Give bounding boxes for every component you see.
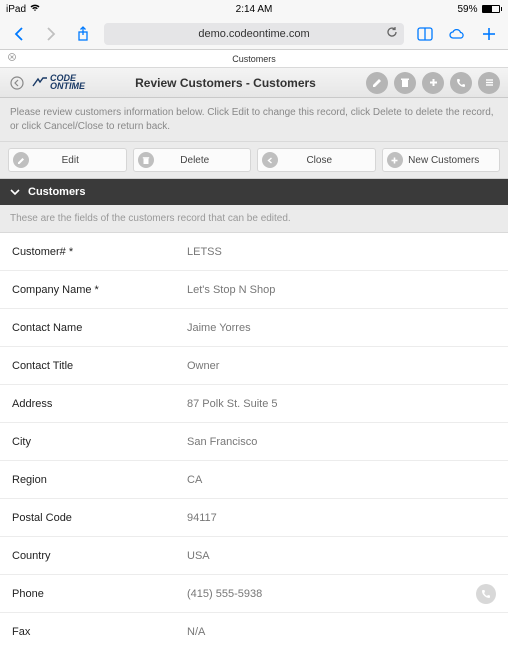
section-header[interactable]: Customers: [0, 179, 508, 205]
field-row: CitySan Francisco: [0, 423, 508, 461]
field-value: San Francisco: [187, 436, 496, 448]
field-label: Country: [12, 550, 187, 562]
field-row: Company Name *Let's Stop N Shop: [0, 271, 508, 309]
field-label: Phone: [12, 588, 187, 600]
field-row: Address87 Polk St. Suite 5: [0, 385, 508, 423]
share-button[interactable]: [72, 23, 94, 45]
fields-list: Customer# *LETSSCompany Name *Let's Stop…: [0, 233, 508, 649]
field-label: Region: [12, 474, 187, 486]
field-value: N/A: [187, 626, 496, 638]
field-label: Address: [12, 398, 187, 410]
field-row: Postal Code94117: [0, 499, 508, 537]
action-toolbar: Edit Delete Close New Customers: [0, 142, 508, 179]
page-title: Review Customers - Customers: [91, 76, 360, 90]
battery-percent: 59%: [457, 4, 477, 15]
field-label: Contact Title: [12, 360, 187, 372]
field-label: Postal Code: [12, 512, 187, 524]
address-bar[interactable]: demo.codeontime.com: [104, 23, 404, 45]
field-row: CountryUSA: [0, 537, 508, 575]
field-value: Owner: [187, 360, 496, 372]
field-value: CA: [187, 474, 496, 486]
field-label: Contact Name: [12, 322, 187, 334]
header-menu-button[interactable]: [478, 72, 500, 94]
header-add-button[interactable]: [422, 72, 444, 94]
field-row: Customer# *LETSS: [0, 233, 508, 271]
field-value: USA: [187, 550, 496, 562]
field-value: Jaime Yorres: [187, 322, 496, 334]
field-row: Contact NameJaime Yorres: [0, 309, 508, 347]
delete-button[interactable]: Delete: [133, 148, 252, 172]
header-delete-button[interactable]: [394, 72, 416, 94]
reload-icon[interactable]: [386, 26, 398, 41]
field-value: 94117: [187, 512, 496, 524]
field-label: Fax: [12, 626, 187, 638]
battery-icon: [482, 5, 503, 13]
header-back-button[interactable]: [8, 72, 26, 94]
status-bar: iPad 2:14 AM 59%: [0, 0, 508, 18]
back-button[interactable]: [8, 23, 30, 45]
carrier-label: iPad: [6, 4, 26, 15]
section-subtitle: These are the fields of the customers re…: [0, 205, 508, 233]
field-label: City: [12, 436, 187, 448]
tab-title: Customers: [232, 54, 276, 64]
cloud-button[interactable]: [446, 23, 468, 45]
field-row: Phone(415) 555-5938: [0, 575, 508, 613]
field-row: RegionCA: [0, 461, 508, 499]
instructions-text: Please review customers information belo…: [0, 98, 508, 142]
forward-button[interactable]: [40, 23, 62, 45]
close-tab-icon[interactable]: [8, 53, 16, 64]
url-text: demo.codeontime.com: [198, 28, 309, 40]
new-tab-button[interactable]: [478, 23, 500, 45]
tabs-button[interactable]: [414, 23, 436, 45]
field-row: FaxN/A: [0, 613, 508, 649]
close-button[interactable]: Close: [257, 148, 376, 172]
new-customers-button[interactable]: New Customers: [382, 148, 501, 172]
field-label: Company Name *: [12, 284, 187, 296]
header-edit-button[interactable]: [366, 72, 388, 94]
field-value: Let's Stop N Shop: [187, 284, 496, 296]
field-value: LETSS: [187, 246, 496, 258]
tab-strip: Customers: [0, 50, 508, 68]
field-row: Contact TitleOwner: [0, 347, 508, 385]
wifi-icon: [30, 4, 40, 15]
app-header: CODE ONTIME Review Customers - Customers: [0, 68, 508, 98]
section-title: Customers: [28, 186, 85, 198]
chevron-down-icon: [10, 186, 20, 198]
header-call-button[interactable]: [450, 72, 472, 94]
clock: 2:14 AM: [0, 4, 508, 15]
field-value: (415) 555-5938: [187, 588, 474, 600]
field-label: Customer# *: [12, 246, 187, 258]
browser-toolbar: demo.codeontime.com: [0, 18, 508, 50]
logo[interactable]: CODE ONTIME: [32, 75, 85, 90]
field-value: 87 Polk St. Suite 5: [187, 398, 496, 410]
call-button[interactable]: [476, 584, 496, 604]
edit-button[interactable]: Edit: [8, 148, 127, 172]
